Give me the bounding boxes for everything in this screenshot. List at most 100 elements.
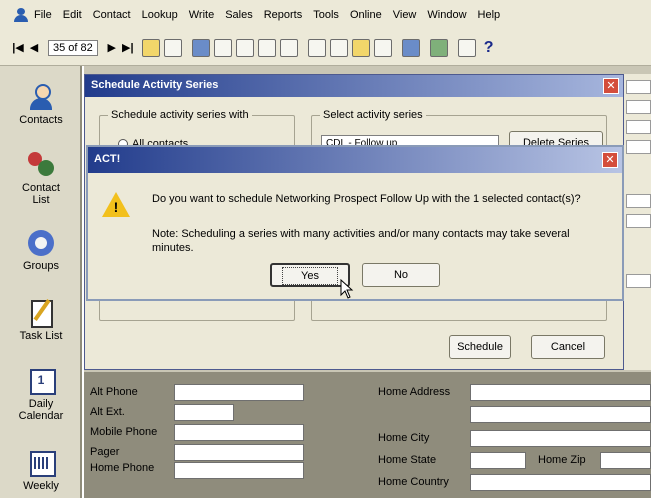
menu-sales[interactable]: Sales — [225, 9, 253, 21]
field[interactable] — [626, 194, 651, 208]
phone-icon[interactable] — [429, 38, 448, 57]
home-city-label: Home City — [378, 432, 430, 444]
diamond-icon[interactable] — [329, 38, 348, 57]
dialog-title: Schedule Activity Series — [91, 79, 219, 91]
menu-lookup[interactable]: Lookup — [142, 9, 178, 21]
close-icon[interactable]: ✕ — [602, 152, 618, 168]
home-country-label: Home Country — [378, 476, 449, 488]
menu-view[interactable]: View — [393, 9, 417, 21]
pager-label: Pager — [90, 446, 120, 458]
contacts-icon — [26, 82, 56, 112]
mobile-phone-label: Mobile Phone — [90, 426, 158, 438]
act-app-icon[interactable] — [14, 8, 30, 22]
first-record-button[interactable]: |◀ — [10, 41, 26, 54]
sidebar-item-label: Groups — [22, 260, 60, 272]
alert-message: Do you want to schedule Networking Prosp… — [152, 193, 581, 205]
sidebar-item-label: Weekly — [23, 480, 59, 492]
last-record-button[interactable]: ▶| — [120, 41, 136, 54]
home-state-field[interactable] — [470, 452, 526, 469]
home-address-label: Home Address — [378, 386, 451, 398]
alert-titlebar: ACT! ✕ — [88, 147, 622, 173]
sidebar-item-label: Contact List — [22, 182, 60, 206]
menu-edit[interactable]: Edit — [63, 9, 82, 21]
globe-icon[interactable] — [401, 38, 420, 57]
home-country-field[interactable] — [470, 474, 651, 491]
warning-icon — [102, 192, 130, 218]
groups-icon — [26, 228, 56, 258]
sidebar-item-task-list[interactable]: Task List — [0, 298, 82, 342]
yes-label: Yes — [282, 267, 338, 285]
sidebar-item-weekly[interactable]: Weekly — [0, 448, 82, 492]
group-label: Schedule activity series with — [108, 109, 252, 121]
record-counter: 35 of 82 — [48, 39, 98, 56]
menu-reports[interactable]: Reports — [264, 9, 303, 21]
no-button[interactable]: No — [362, 263, 440, 287]
right-field-strip — [624, 74, 651, 370]
alt-ext-label: Alt Ext. — [90, 406, 125, 418]
menu-bar: File Edit Contact Lookup Write Sales Rep… — [0, 0, 651, 30]
act-confirm-dialog: ACT! ✕ Do you want to schedule Networkin… — [86, 145, 624, 301]
menu-file[interactable]: File — [34, 9, 52, 21]
close-icon[interactable]: ✕ — [603, 78, 619, 94]
field[interactable] — [626, 100, 651, 114]
menu-tools[interactable]: Tools — [313, 9, 339, 21]
pager-field[interactable] — [174, 444, 304, 461]
home-zip-label: Home Zip — [538, 454, 586, 466]
alert-title: ACT! — [94, 153, 121, 165]
menu-write[interactable]: Write — [189, 9, 214, 21]
schedule-button[interactable]: Schedule — [449, 335, 511, 359]
contact-list-icon — [26, 150, 56, 180]
chart-icon[interactable] — [373, 38, 392, 57]
sidebar-item-daily-calendar[interactable]: Daily Calendar — [0, 366, 82, 422]
next-record-button[interactable]: ▶ — [104, 41, 120, 54]
timer-icon[interactable] — [279, 38, 298, 57]
alt-ext-field[interactable] — [174, 404, 234, 421]
alt-phone-field[interactable] — [174, 384, 304, 401]
field[interactable] — [626, 80, 651, 94]
contact-fields-panel: Alt Phone Alt Ext. Mobile Phone Pager Ho… — [84, 372, 651, 498]
home-phone-label: Home Phone — [90, 462, 155, 474]
task-list-icon — [26, 298, 56, 328]
address-card-icon[interactable] — [257, 38, 276, 57]
home-zip-field[interactable] — [600, 452, 651, 469]
save-icon[interactable] — [163, 38, 182, 57]
alert-note: Note: Scheduling a series with many acti… — [152, 228, 570, 254]
group-label: Select activity series — [320, 109, 426, 121]
sidebar-item-label: Task List — [19, 330, 63, 342]
sidebar-item-contact-list[interactable]: Contact List — [0, 150, 82, 206]
home-phone-field[interactable] — [174, 462, 304, 479]
sidebar-item-label: Contacts — [19, 114, 63, 126]
home-address-field[interactable] — [470, 384, 651, 401]
menu-contact[interactable]: Contact — [93, 9, 131, 21]
help-icon[interactable]: ? — [484, 39, 494, 57]
contacts-view-icon[interactable] — [191, 38, 210, 57]
toolbar: |◀ ◀ 35 of 82 ▶ ▶| ? — [0, 30, 651, 66]
calendar-icon[interactable] — [235, 38, 254, 57]
field[interactable] — [626, 120, 651, 134]
sidebar-item-label: Daily Calendar — [18, 398, 64, 422]
home-address-field-2[interactable] — [470, 406, 651, 423]
menu-help[interactable]: Help — [478, 9, 501, 21]
sidebar-item-groups[interactable]: Groups — [0, 228, 82, 272]
home-state-label: Home State — [378, 454, 437, 466]
new-document-icon[interactable] — [213, 38, 232, 57]
weekly-calendar-icon — [26, 448, 56, 478]
field[interactable] — [626, 274, 651, 288]
report-icon[interactable] — [457, 38, 476, 57]
field[interactable] — [626, 140, 651, 154]
yes-button[interactable]: Yes — [270, 263, 350, 287]
field[interactable] — [626, 214, 651, 228]
open-folder-icon[interactable] — [141, 38, 160, 57]
tag-icon[interactable] — [351, 38, 370, 57]
menu-window[interactable]: Window — [427, 9, 466, 21]
mobile-phone-field[interactable] — [174, 424, 304, 441]
home-city-field[interactable] — [470, 430, 651, 447]
menu-online[interactable]: Online — [350, 9, 382, 21]
prev-record-button[interactable]: ◀ — [26, 41, 42, 54]
daily-calendar-icon — [26, 366, 56, 396]
dialog-titlebar: Schedule Activity Series ✕ — [85, 75, 623, 97]
cancel-button[interactable]: Cancel — [531, 335, 605, 359]
sidebar-item-contacts[interactable]: Contacts — [0, 82, 82, 126]
alt-phone-label: Alt Phone — [90, 386, 138, 398]
edit-note-icon[interactable] — [307, 38, 326, 57]
